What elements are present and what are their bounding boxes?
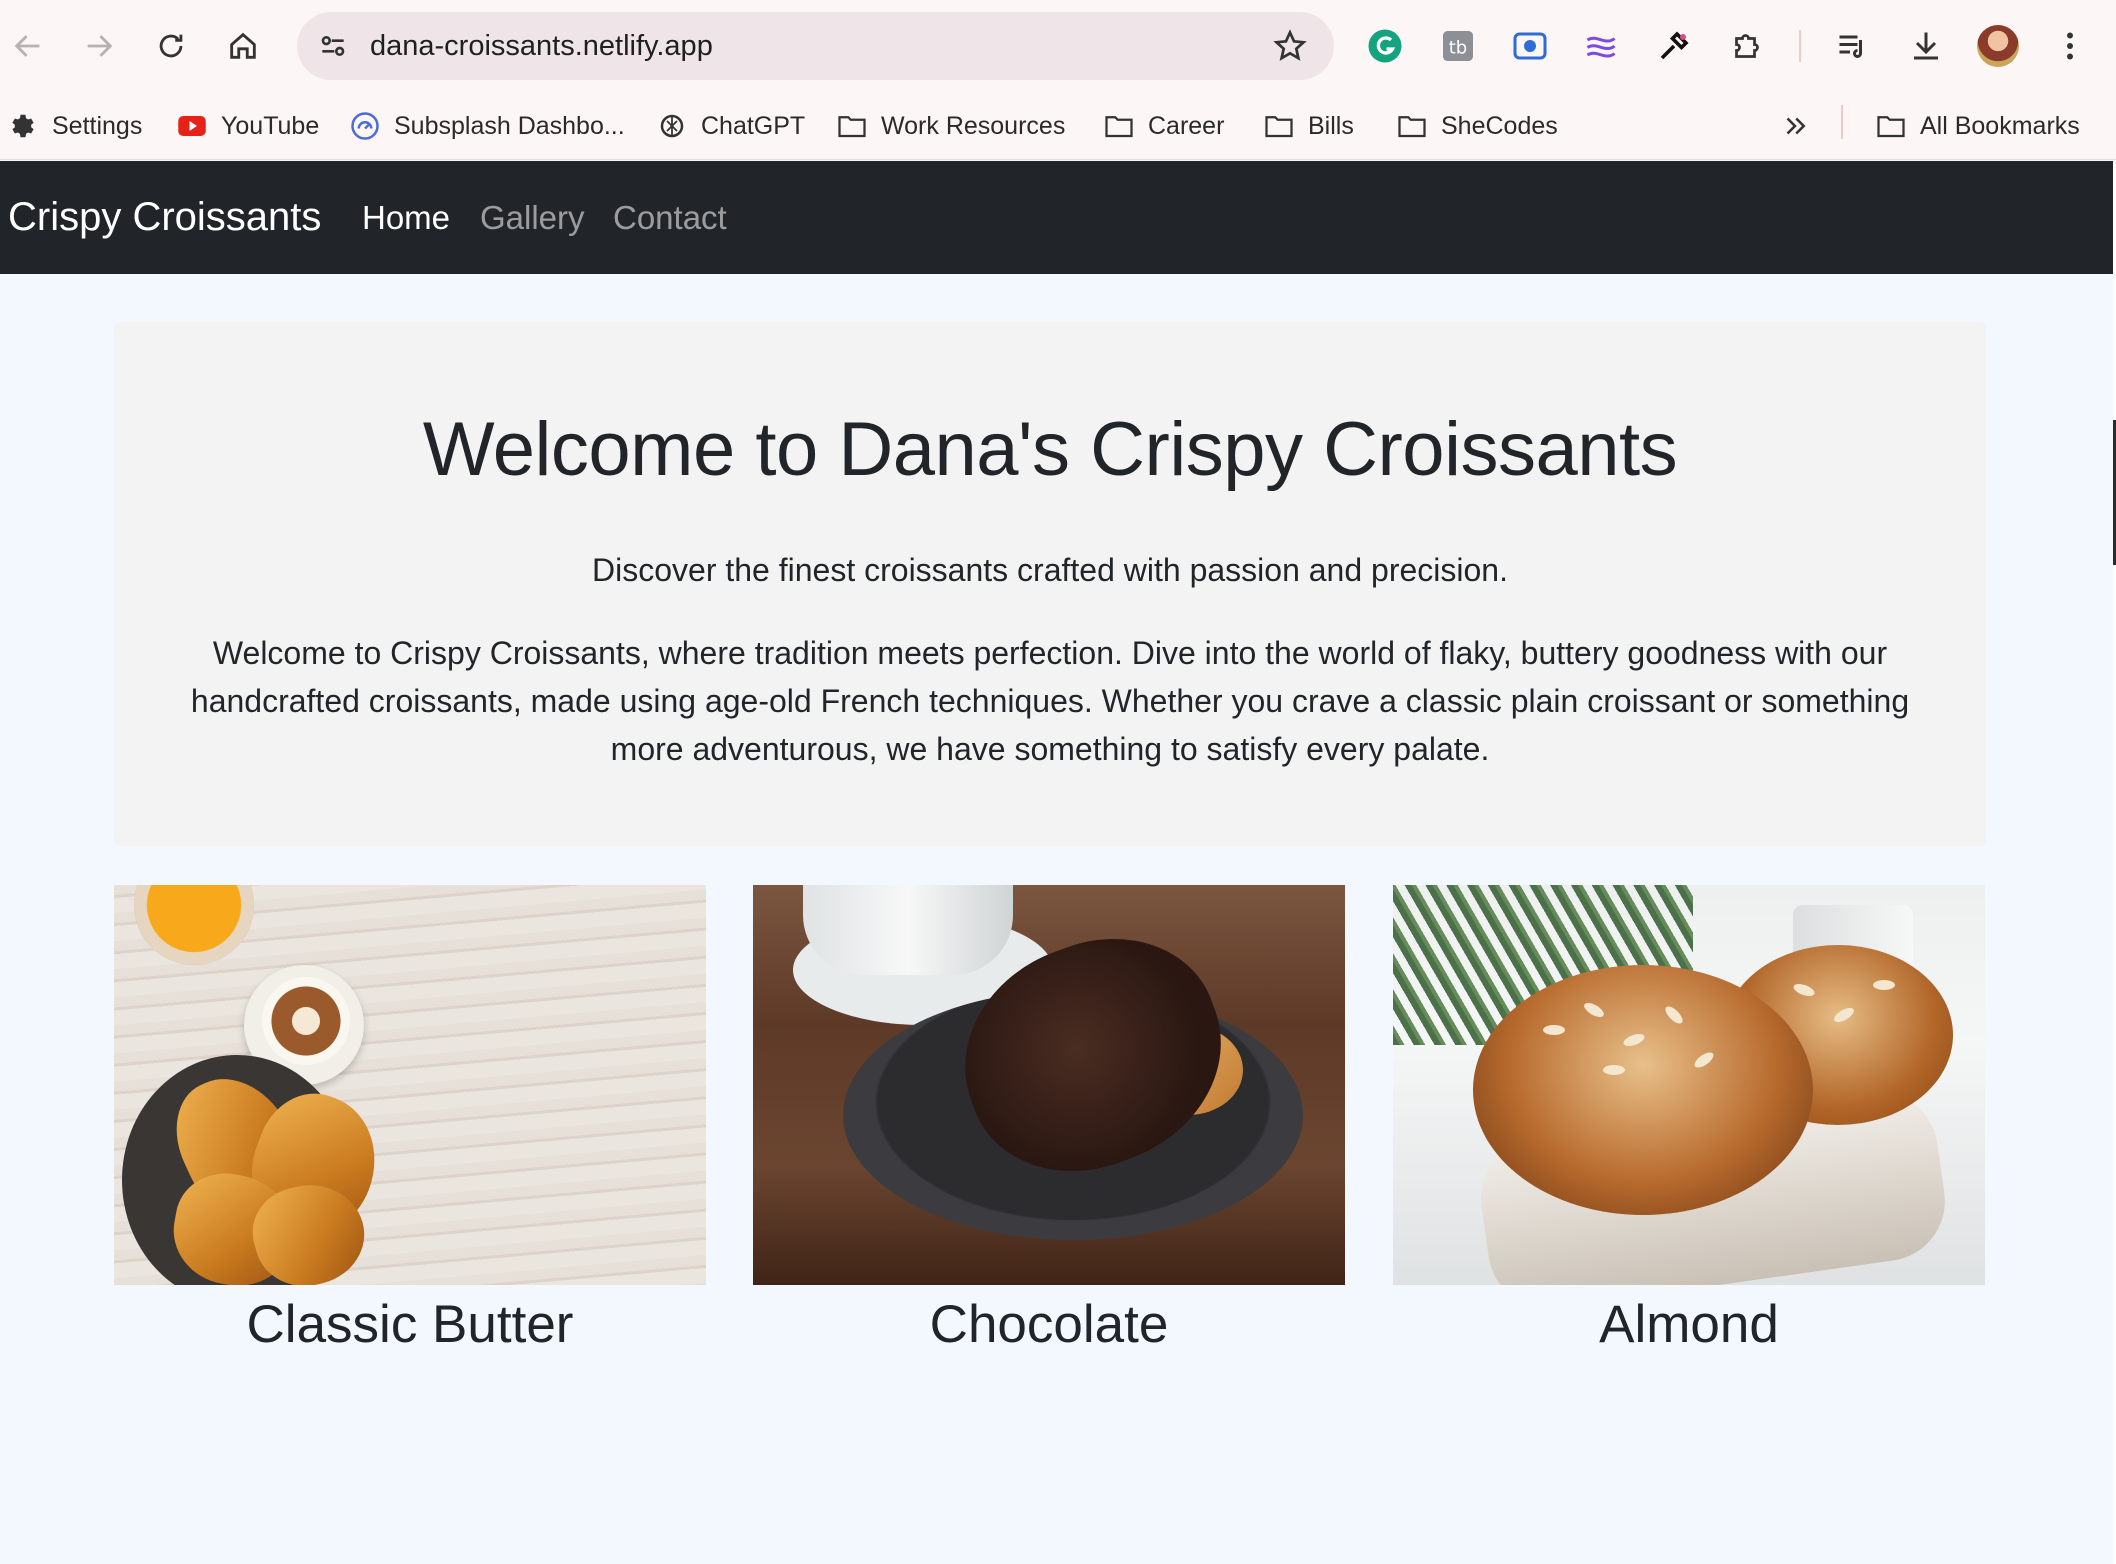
svg-text:tb: tb xyxy=(1449,38,1467,59)
home-button[interactable] xyxy=(219,22,267,70)
bookmark-settings[interactable]: Settings xyxy=(8,103,142,149)
hero-title: Welcome to Dana's Crispy Croissants xyxy=(422,407,1678,492)
toolbar-separator xyxy=(1799,30,1801,62)
screen-recorder-icon[interactable] xyxy=(1509,25,1551,67)
reload-button[interactable] xyxy=(147,22,195,70)
back-button[interactable] xyxy=(4,22,52,70)
classic-butter-photo xyxy=(114,885,706,1285)
product-card-chocolate: Chocolate xyxy=(753,885,1345,1361)
toolbox-extension-icon[interactable]: tb xyxy=(1437,25,1479,67)
bookmark-chatgpt[interactable]: ChatGPT xyxy=(657,103,805,149)
url-text[interactable]: dana-croissants.netlify.app xyxy=(370,12,713,80)
nav-link-contact[interactable]: Contact xyxy=(613,161,727,274)
almond-photo xyxy=(1393,885,1985,1285)
bookmarks-overflow-button[interactable] xyxy=(1780,103,1810,149)
product-card-classic-butter: Classic Butter xyxy=(114,885,706,1361)
chatgpt-icon xyxy=(660,114,684,138)
eyedropper-icon[interactable] xyxy=(1653,25,1695,67)
bookmark-youtube[interactable]: YouTube xyxy=(177,103,319,149)
hero-body: Welcome to Crispy Croissants, where trad… xyxy=(190,635,1910,767)
arrow-left-icon xyxy=(14,35,40,57)
bookmark-career[interactable]: Career xyxy=(1104,103,1224,149)
navbar-brand[interactable]: Crispy Croissants xyxy=(8,161,321,274)
product-card-almond: Almond xyxy=(1393,885,1985,1361)
bookmark-star-icon[interactable] xyxy=(1272,28,1308,64)
bookmark-bills[interactable]: Bills xyxy=(1264,103,1354,149)
folder-icon xyxy=(1265,116,1293,138)
forward-button[interactable] xyxy=(75,22,123,70)
extensions-puzzle-icon[interactable] xyxy=(1726,25,1768,67)
bookmark-shecodes[interactable]: SheCodes xyxy=(1397,103,1558,149)
reload-icon xyxy=(159,34,183,58)
browser-toolbar: dana-croissants.netlify.app tb xyxy=(0,0,2116,93)
chocolate-photo xyxy=(753,885,1345,1285)
folder-icon xyxy=(1105,116,1133,138)
all-bookmarks-button[interactable]: All Bookmarks xyxy=(1876,103,2080,149)
folder-icon xyxy=(1398,116,1426,138)
product-title: Classic Butter xyxy=(246,1295,574,1354)
product-title: Almond xyxy=(1599,1295,1779,1354)
product-title: Chocolate xyxy=(929,1295,1169,1354)
bookmarks-bar: Settings YouTube Subsplash Dashbo... Cha… xyxy=(0,93,2116,160)
reading-list-icon[interactable] xyxy=(1832,25,1874,67)
nav-link-home[interactable]: Home xyxy=(362,161,450,274)
hero-lead: Discover the finest croissants crafted w… xyxy=(592,552,1508,588)
bookmark-subsplash[interactable]: Subsplash Dashbo... xyxy=(350,103,625,149)
download-icon[interactable] xyxy=(1905,25,1947,67)
home-icon xyxy=(230,32,256,59)
hero-section: Welcome to Dana's Crispy Croissants Disc… xyxy=(114,322,1986,846)
bookmark-work-resources[interactable]: Work Resources xyxy=(837,103,1065,149)
gear-icon xyxy=(12,114,34,138)
site-navbar: Crispy Croissants Home Gallery Contact xyxy=(0,161,2116,274)
folder-icon xyxy=(1877,116,1905,138)
nav-link-gallery[interactable]: Gallery xyxy=(480,161,585,274)
arrow-right-icon xyxy=(87,35,113,57)
grammarly-icon[interactable] xyxy=(1364,25,1406,67)
folder-icon xyxy=(838,116,866,138)
site-settings-icon[interactable] xyxy=(313,26,353,66)
address-bar[interactable]: dana-croissants.netlify.app xyxy=(297,12,1334,80)
chevron-double-right-icon xyxy=(1786,117,1806,135)
subsplash-icon xyxy=(351,112,379,140)
youtube-icon xyxy=(178,116,206,136)
profile-avatar[interactable] xyxy=(1977,25,2019,67)
wave-extension-icon[interactable] xyxy=(1580,25,1622,67)
bookmarks-separator xyxy=(1841,105,1843,139)
kebab-menu-icon[interactable] xyxy=(2049,25,2091,67)
